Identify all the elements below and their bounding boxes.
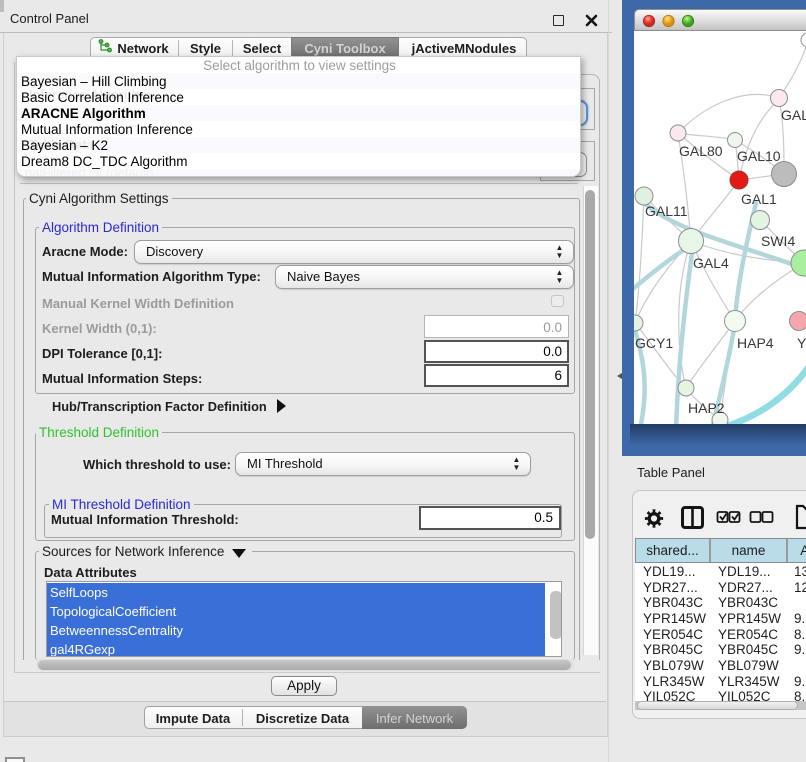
svg-text:GAL80: GAL80 xyxy=(679,143,723,159)
svg-text:GCY1: GCY1 xyxy=(635,335,673,351)
svg-text:Y: Y xyxy=(797,335,806,351)
svg-text:HAP4: HAP4 xyxy=(737,335,774,351)
svg-text:GAL4: GAL4 xyxy=(693,255,729,271)
svg-text:GAL1: GAL1 xyxy=(741,191,777,207)
svg-text:HAP2: HAP2 xyxy=(688,400,725,416)
svg-text:GAL10: GAL10 xyxy=(737,148,781,164)
svg-text:SWI4: SWI4 xyxy=(761,233,795,249)
svg-text:GAL11: GAL11 xyxy=(645,203,688,219)
svg-text:GAL7: GAL7 xyxy=(781,107,806,123)
